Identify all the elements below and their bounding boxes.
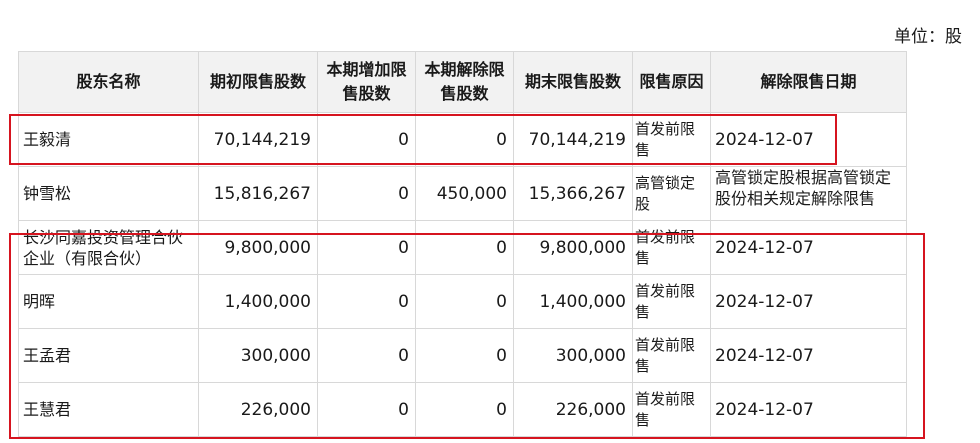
release-date: 2024-12-07 (710, 220, 907, 275)
released-shares: 0 (415, 328, 514, 383)
released-shares: 0 (415, 112, 514, 167)
shareholder-name: 王毅清 (18, 112, 199, 167)
closing-shares: 15,366,267 (513, 166, 633, 221)
col-header-restriction-reason: 限售原因 (632, 51, 711, 113)
released-shares: 450,000 (415, 166, 514, 221)
restriction-reason: 首发前限售 (632, 220, 711, 275)
table-row: 明晖 1,400,000 0 0 1,400,000 首发前限售 2024-12… (18, 274, 907, 329)
shareholder-name: 钟雪松 (18, 166, 199, 221)
closing-shares: 226,000 (513, 382, 633, 437)
restriction-reason: 首发前限售 (632, 112, 711, 167)
col-header-increase: 本期增加限售股数 (317, 51, 416, 113)
released-shares: 0 (415, 274, 514, 329)
opening-shares: 15,816,267 (198, 166, 318, 221)
release-date: 2024-12-07 (710, 112, 907, 167)
increase-shares: 0 (317, 166, 416, 221)
restriction-reason: 首发前限售 (632, 328, 711, 383)
opening-shares: 1,400,000 (198, 274, 318, 329)
increase-shares: 0 (317, 274, 416, 329)
table-row: 长沙同嘉投资管理合伙企业（有限合伙） 9,800,000 0 0 9,800,0… (18, 220, 907, 275)
col-header-closing-restricted: 期末限售股数 (513, 51, 633, 113)
increase-shares: 0 (317, 220, 416, 275)
opening-shares: 70,144,219 (198, 112, 318, 167)
closing-shares: 9,800,000 (513, 220, 633, 275)
release-date: 2024-12-07 (710, 328, 907, 383)
released-shares: 0 (415, 382, 514, 437)
table-row: 钟雪松 15,816,267 0 450,000 15,366,267 高管锁定… (18, 166, 907, 221)
shareholder-name: 王慧君 (18, 382, 199, 437)
closing-shares: 70,144,219 (513, 112, 633, 167)
header-row: 股东名称 期初限售股数 本期增加限售股数 本期解除限售股数 期末限售股数 限售原… (18, 51, 907, 113)
increase-shares: 0 (317, 328, 416, 383)
opening-shares: 300,000 (198, 328, 318, 383)
closing-shares: 1,400,000 (513, 274, 633, 329)
table-row: 王毅清 70,144,219 0 0 70,144,219 首发前限售 2024… (18, 112, 907, 167)
opening-shares: 9,800,000 (198, 220, 318, 275)
released-shares: 0 (415, 220, 514, 275)
col-header-release: 本期解除限售股数 (415, 51, 514, 113)
closing-shares: 300,000 (513, 328, 633, 383)
shareholder-name: 长沙同嘉投资管理合伙企业（有限合伙） (18, 220, 199, 275)
increase-shares: 0 (317, 112, 416, 167)
restricted-shares-table: 股东名称 期初限售股数 本期增加限售股数 本期解除限售股数 期末限售股数 限售原… (18, 51, 907, 437)
col-header-release-date: 解除限售日期 (710, 51, 907, 113)
restriction-reason: 首发前限售 (632, 274, 711, 329)
table-row: 王孟君 300,000 0 0 300,000 首发前限售 2024-12-07 (18, 328, 907, 383)
opening-shares: 226,000 (198, 382, 318, 437)
increase-shares: 0 (317, 382, 416, 437)
release-date: 2024-12-07 (710, 274, 907, 329)
col-header-shareholder-name: 股东名称 (18, 51, 199, 113)
col-header-opening-restricted: 期初限售股数 (198, 51, 318, 113)
shareholder-name: 明晖 (18, 274, 199, 329)
release-date: 高管锁定股根据高管锁定 股份相关规定解除限售 (710, 166, 907, 221)
restriction-reason: 首发前限售 (632, 382, 711, 437)
release-date: 2024-12-07 (710, 382, 907, 437)
table-row: 王慧君 226,000 0 0 226,000 首发前限售 2024-12-07 (18, 382, 907, 437)
restriction-reason: 高管锁定股 (632, 166, 711, 221)
shareholder-name: 王孟君 (18, 328, 199, 383)
unit-label: 单位：股 (894, 27, 962, 47)
